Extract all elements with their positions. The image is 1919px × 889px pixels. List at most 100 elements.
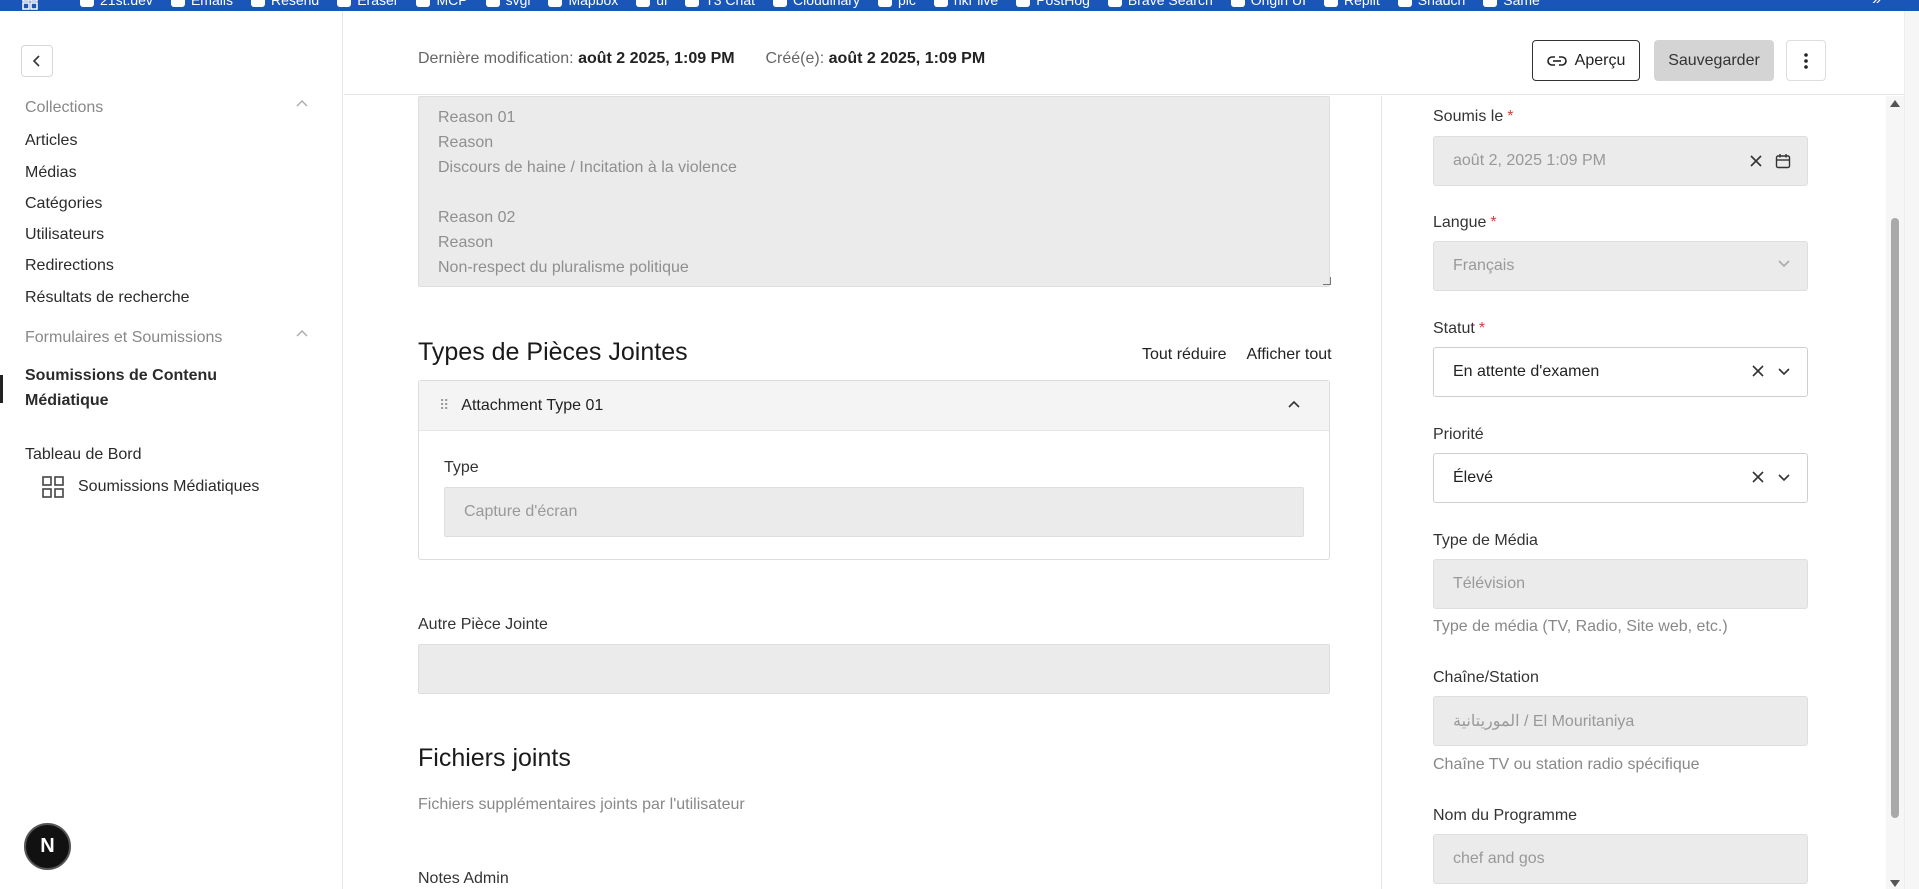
bookmark-item[interactable]: PostHog (1016, 0, 1090, 8)
same-icon (1483, 0, 1498, 7)
sidebar-item-search-results[interactable]: Résultats de recherche (25, 289, 190, 307)
bookmark-item[interactable]: T3 Chat (685, 0, 755, 8)
bookmark-item[interactable]: Same (1483, 0, 1540, 8)
apps-grid-icon[interactable] (22, 0, 38, 10)
bookmark-item[interactable]: 21st.dev (80, 0, 153, 8)
chevron-down-icon[interactable] (1777, 366, 1791, 376)
bookmark-item[interactable]: pic (877, 0, 916, 8)
bookmarks-list: 21st.dev Emails Resend Eraser MCP svgl M… (80, 0, 1540, 8)
collections-group-label: Collections (25, 99, 104, 116)
type-field[interactable]: Capture d'écran (444, 487, 1304, 537)
clear-icon[interactable] (1749, 154, 1763, 168)
sidebar-item-users[interactable]: Utilisateurs (25, 226, 104, 244)
bookmark-item[interactable]: Cloudinary (773, 0, 860, 8)
drag-handle-icon[interactable]: ⠿ (439, 397, 449, 414)
active-indicator (0, 375, 3, 403)
nextjs-badge[interactable]: N (24, 823, 71, 870)
attachment-type-card: ⠿ Attachment Type 01 Type Capture d'écra… (418, 380, 1330, 560)
bookmark-item[interactable]: Emails (170, 0, 233, 8)
document-header: Dernière modification: août 2 2025, 1:09… (344, 11, 1904, 95)
status-label: Statut * (1433, 320, 1486, 337)
sidebar-item-articles[interactable]: Articles (25, 132, 77, 150)
sidebar-item-categories[interactable]: Catégories (25, 195, 102, 213)
collections-group-header[interactable]: Collections (25, 99, 308, 117)
language-label: Langue * (1433, 214, 1497, 231)
bookmark-item[interactable]: Brave Search (1107, 0, 1213, 8)
save-button[interactable]: Sauvegarder (1654, 40, 1774, 81)
required-marker: * (1478, 320, 1486, 337)
bookmarks-bar: 21st.dev Emails Resend Eraser MCP svgl M… (0, 0, 1919, 11)
shadcn-icon (1397, 0, 1412, 7)
eraser-icon (337, 0, 352, 7)
bookmark-item[interactable]: Eraser (337, 0, 398, 8)
media-type-field[interactable]: Télévision (1433, 559, 1808, 609)
submitted-on-field[interactable]: août 2, 2025 1:09 PM (1433, 136, 1808, 186)
scrollbar[interactable] (1886, 96, 1904, 889)
dashboard-item-label: Soumissions Médiatiques (78, 478, 260, 495)
channel-field[interactable]: الموريتانية / El Mouritaniya (1433, 696, 1808, 746)
other-attachment-field[interactable] (418, 644, 1330, 694)
brave-icon (1107, 0, 1122, 7)
sidebar-item-medias[interactable]: Médias (25, 164, 77, 182)
scroll-thumb[interactable] (1891, 218, 1899, 818)
scroll-up-arrow[interactable] (1890, 100, 1900, 107)
chevron-up-icon (296, 330, 308, 337)
priority-label: Priorité (1433, 426, 1484, 443)
type-label: Type (444, 459, 479, 476)
clear-icon[interactable] (1751, 364, 1765, 378)
replit-icon (1323, 0, 1338, 7)
email-icon (170, 0, 185, 7)
bookmark-item[interactable]: Replit (1323, 0, 1380, 8)
sidebar-item-media-submissions[interactable]: Soumissions de Contenu Médiatique (25, 363, 255, 413)
sidebar-item-redirects[interactable]: Redirections (25, 257, 114, 275)
program-name-label: Nom du Programme (1433, 807, 1578, 824)
last-modified-label: Dernière modification: (418, 50, 574, 67)
mcp-icon (416, 0, 431, 7)
status-select[interactable]: En attente d'examen (1433, 347, 1808, 397)
bookmark-item[interactable]: ui (636, 0, 667, 8)
sidebar-item-dashboard-media-submissions[interactable]: Soumissions Médiatiques (42, 476, 259, 498)
bookmark-item[interactable]: MCP (416, 0, 468, 8)
forms-group-header[interactable]: Formulaires et Soumissions (25, 329, 308, 347)
window-edge (1904, 11, 1919, 889)
channel-label: Chaîne/Station (1433, 669, 1539, 686)
channel-help: Chaîne TV ou station radio spécifique (1433, 756, 1700, 773)
chevron-up-icon[interactable] (1287, 399, 1301, 409)
resize-handle[interactable] (1323, 277, 1331, 285)
back-button[interactable] (21, 45, 53, 77)
priority-select[interactable]: Élevé (1433, 453, 1808, 503)
submitted-on-label: Soumis le * (1433, 108, 1514, 125)
chevron-down-icon[interactable] (1777, 472, 1791, 482)
reasons-textarea[interactable]: Reason 01 Reason Discours de haine / Inc… (418, 96, 1330, 287)
other-attachment-label: Autre Pièce Jointe (418, 616, 548, 633)
bookmark-item[interactable]: hkr live (933, 0, 998, 8)
collapse-all-button[interactable]: Tout réduire (1142, 346, 1227, 364)
program-name-field[interactable]: chef and gos (1433, 834, 1808, 884)
mapbox-icon (548, 0, 563, 7)
folder-icon (877, 0, 892, 7)
language-select[interactable]: Français (1433, 241, 1808, 291)
calendar-icon[interactable] (1775, 153, 1791, 169)
more-bookmarks-icon[interactable]: » (1872, 0, 1881, 9)
scroll-down-arrow[interactable] (1890, 880, 1900, 887)
created-label: Créé(e): (765, 50, 825, 67)
bookmark-item[interactable]: Mapbox (548, 0, 618, 8)
preview-button[interactable]: Aperçu (1532, 40, 1640, 81)
media-type-label: Type de Média (1433, 532, 1538, 549)
attachment-row-title: Attachment Type 01 (461, 396, 604, 414)
clear-icon[interactable] (1751, 470, 1765, 484)
more-options-button[interactable] (1786, 40, 1826, 81)
bookmark-item[interactable]: Origin UI (1230, 0, 1306, 8)
grid-icon (42, 476, 64, 498)
show-all-button[interactable]: Afficher tout (1247, 346, 1332, 364)
bookmark-item[interactable]: Shadcn (1397, 0, 1465, 8)
svgl-icon (485, 0, 500, 7)
created-value: août 2 2025, 1:09 PM (828, 50, 986, 67)
t3-icon (685, 0, 700, 7)
bookmark-item[interactable]: svgl (485, 0, 530, 8)
preview-label: Aperçu (1574, 51, 1626, 69)
attachment-row-header[interactable]: ⠿ Attachment Type 01 (419, 381, 1329, 431)
chevron-down-icon (1778, 260, 1790, 268)
bookmark-item[interactable]: Resend (250, 0, 319, 8)
folder-icon (933, 0, 948, 7)
